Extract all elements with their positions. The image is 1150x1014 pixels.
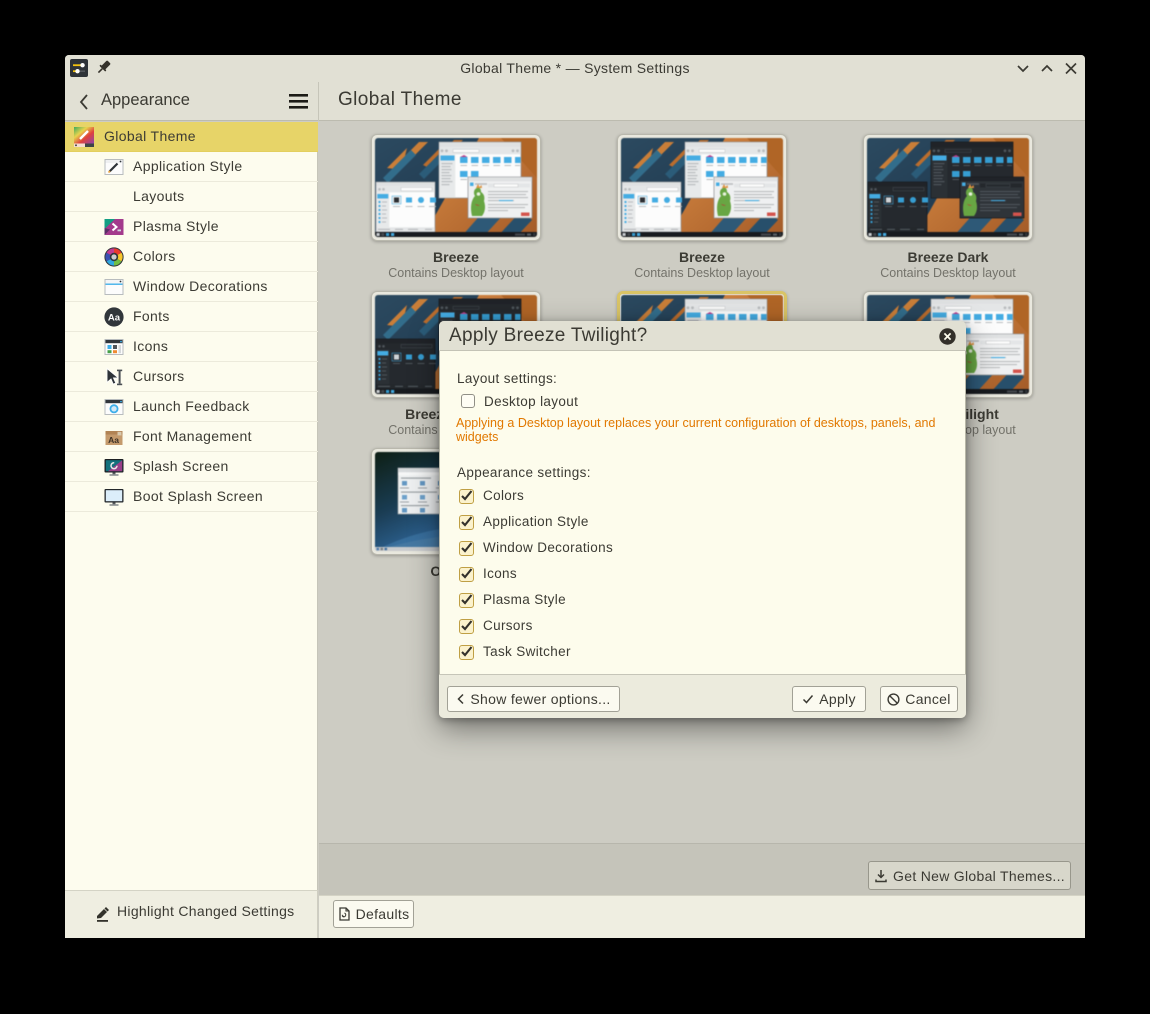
svg-text:Aa: Aa — [108, 435, 119, 445]
svg-text:Aa: Aa — [108, 313, 121, 324]
